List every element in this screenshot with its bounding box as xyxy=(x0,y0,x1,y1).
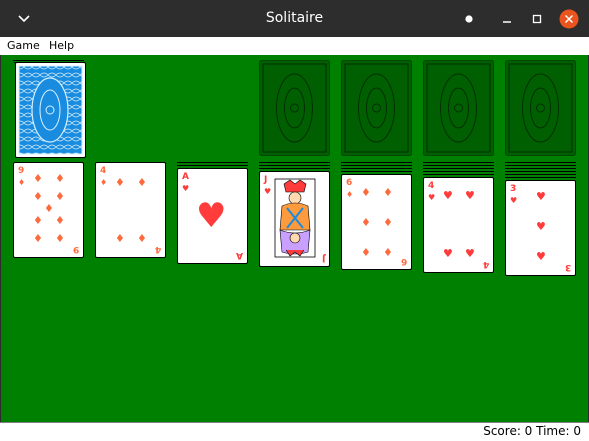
heart-icon: ♥ xyxy=(428,193,436,202)
title-bar: Solitaire xyxy=(0,0,589,37)
diamond-icon: ♦ xyxy=(44,202,54,215)
menu-bar: Game Help xyxy=(0,37,589,55)
diamond-icon: ♦ xyxy=(55,190,65,203)
tableau-column-4[interactable]: J ♥ J xyxy=(259,162,330,277)
diamond-icon: ♦ xyxy=(361,246,371,259)
diamond-icon: ♦ xyxy=(33,190,43,203)
tableau-card[interactable]: 4 ♥ ♥ ♥ ♥ ♥ 4 xyxy=(423,177,494,273)
foundation-slot-2[interactable] xyxy=(341,60,412,156)
heart-icon: ♥ xyxy=(264,187,272,196)
diamond-icon: ♦ xyxy=(361,186,371,199)
heart-icon: ♥ xyxy=(196,196,227,236)
diamond-icon: ♦ xyxy=(55,172,65,185)
diamond-icon: ♦ xyxy=(33,232,43,245)
diamond-icon: ♦ xyxy=(346,190,354,199)
card-rank: 6 xyxy=(346,178,353,188)
heart-icon: ♥ xyxy=(510,196,518,205)
status-bar: Score: 0 Time: 0 xyxy=(0,422,589,441)
game-felt: 9 ♦ ♦ ♦ ♦ ♦ ♦ ♦ ♦ ♦ ♦ 9 4 ♦ ♦ ♦ ♦ ♦ 4 A … xyxy=(1,55,588,422)
diamond-icon: ♦ xyxy=(33,214,43,227)
card-rank: 4 xyxy=(154,244,161,254)
heart-icon: ♥ xyxy=(536,220,546,233)
tableau-column-7[interactable]: 3 ♥ ♥ ♥ ♥ 3 xyxy=(505,162,576,277)
card-rank: 4 xyxy=(482,259,489,269)
tableau-card[interactable]: 6 ♦ ♦ ♦ ♦ ♦ ♦ ♦ 6 xyxy=(341,174,412,270)
diamond-icon: ♦ xyxy=(383,186,393,199)
diamond-icon: ♦ xyxy=(383,246,393,259)
card-rank: 4 xyxy=(428,181,435,191)
tableau-column-6[interactable]: 4 ♥ ♥ ♥ ♥ ♥ 4 xyxy=(423,162,494,277)
heart-icon: ♥ xyxy=(443,189,453,202)
minimize-icon[interactable] xyxy=(499,0,515,37)
status-dot-icon xyxy=(461,0,477,37)
jack-portrait-icon xyxy=(274,178,316,258)
card-rank: 9 xyxy=(18,166,25,176)
menu-game[interactable]: Game xyxy=(7,39,40,52)
diamond-icon: ♦ xyxy=(383,216,393,229)
tableau-card[interactable]: 4 ♦ ♦ ♦ ♦ ♦ 4 xyxy=(95,162,166,258)
close-icon[interactable] xyxy=(558,0,580,37)
foundation-slot-1[interactable] xyxy=(259,60,330,156)
foundation-slot-4[interactable] xyxy=(505,60,576,156)
menu-help[interactable]: Help xyxy=(49,39,74,52)
heart-icon: ♥ xyxy=(465,189,475,202)
foundation-slot-3[interactable] xyxy=(423,60,494,156)
heart-icon: ♥ xyxy=(182,184,190,193)
tableau-card[interactable]: A ♥ ♥ A xyxy=(177,168,248,264)
heart-icon: ♥ xyxy=(536,190,546,203)
tableau-column-3[interactable]: A ♥ ♥ A xyxy=(177,162,248,272)
diamond-icon: ♦ xyxy=(115,176,125,189)
solitaire-window: Solitaire Game Help 9 ♦ ♦ ♦ ♦ ♦ ♦ ♦ ♦ ♦ … xyxy=(0,0,589,441)
stock-card-back[interactable] xyxy=(15,62,86,158)
card-rank: 3 xyxy=(510,184,517,194)
card-rank: A xyxy=(236,250,243,260)
tableau-card[interactable]: 9 ♦ ♦ ♦ ♦ ♦ ♦ ♦ ♦ ♦ ♦ 9 xyxy=(13,162,84,258)
card-rank: 3 xyxy=(564,262,571,272)
diamond-icon: ♦ xyxy=(115,232,125,245)
tableau-column-2[interactable]: 4 ♦ ♦ ♦ ♦ ♦ 4 xyxy=(95,162,166,262)
diamond-icon: ♦ xyxy=(361,216,371,229)
diamond-icon: ♦ xyxy=(100,178,108,187)
card-rank: A xyxy=(182,172,189,182)
heart-icon: ♥ xyxy=(465,247,475,260)
tableau-card[interactable]: 3 ♥ ♥ ♥ ♥ 3 xyxy=(505,180,576,276)
card-rank: 6 xyxy=(400,256,407,266)
diamond-icon: ♦ xyxy=(137,232,147,245)
diamond-icon: ♦ xyxy=(18,178,26,187)
stock-pile[interactable] xyxy=(13,60,86,158)
card-rank: 9 xyxy=(72,244,79,254)
heart-icon: ♥ xyxy=(443,247,453,260)
diamond-icon: ♦ xyxy=(137,176,147,189)
card-rank: J xyxy=(321,253,325,263)
tableau-card[interactable]: J ♥ J xyxy=(259,171,330,267)
tableau-column-5[interactable]: 6 ♦ ♦ ♦ ♦ ♦ ♦ ♦ 6 xyxy=(341,162,412,277)
score-time-readout: Score: 0 Time: 0 xyxy=(483,424,581,438)
tableau-column-1[interactable]: 9 ♦ ♦ ♦ ♦ ♦ ♦ ♦ ♦ ♦ ♦ 9 xyxy=(13,162,84,262)
card-rank: J xyxy=(264,175,268,185)
heart-icon: ♥ xyxy=(536,250,546,263)
diamond-icon: ♦ xyxy=(55,214,65,227)
card-rank: 4 xyxy=(100,166,107,176)
diamond-icon: ♦ xyxy=(33,172,43,185)
maximize-icon[interactable] xyxy=(529,0,545,37)
diamond-icon: ♦ xyxy=(55,232,65,245)
